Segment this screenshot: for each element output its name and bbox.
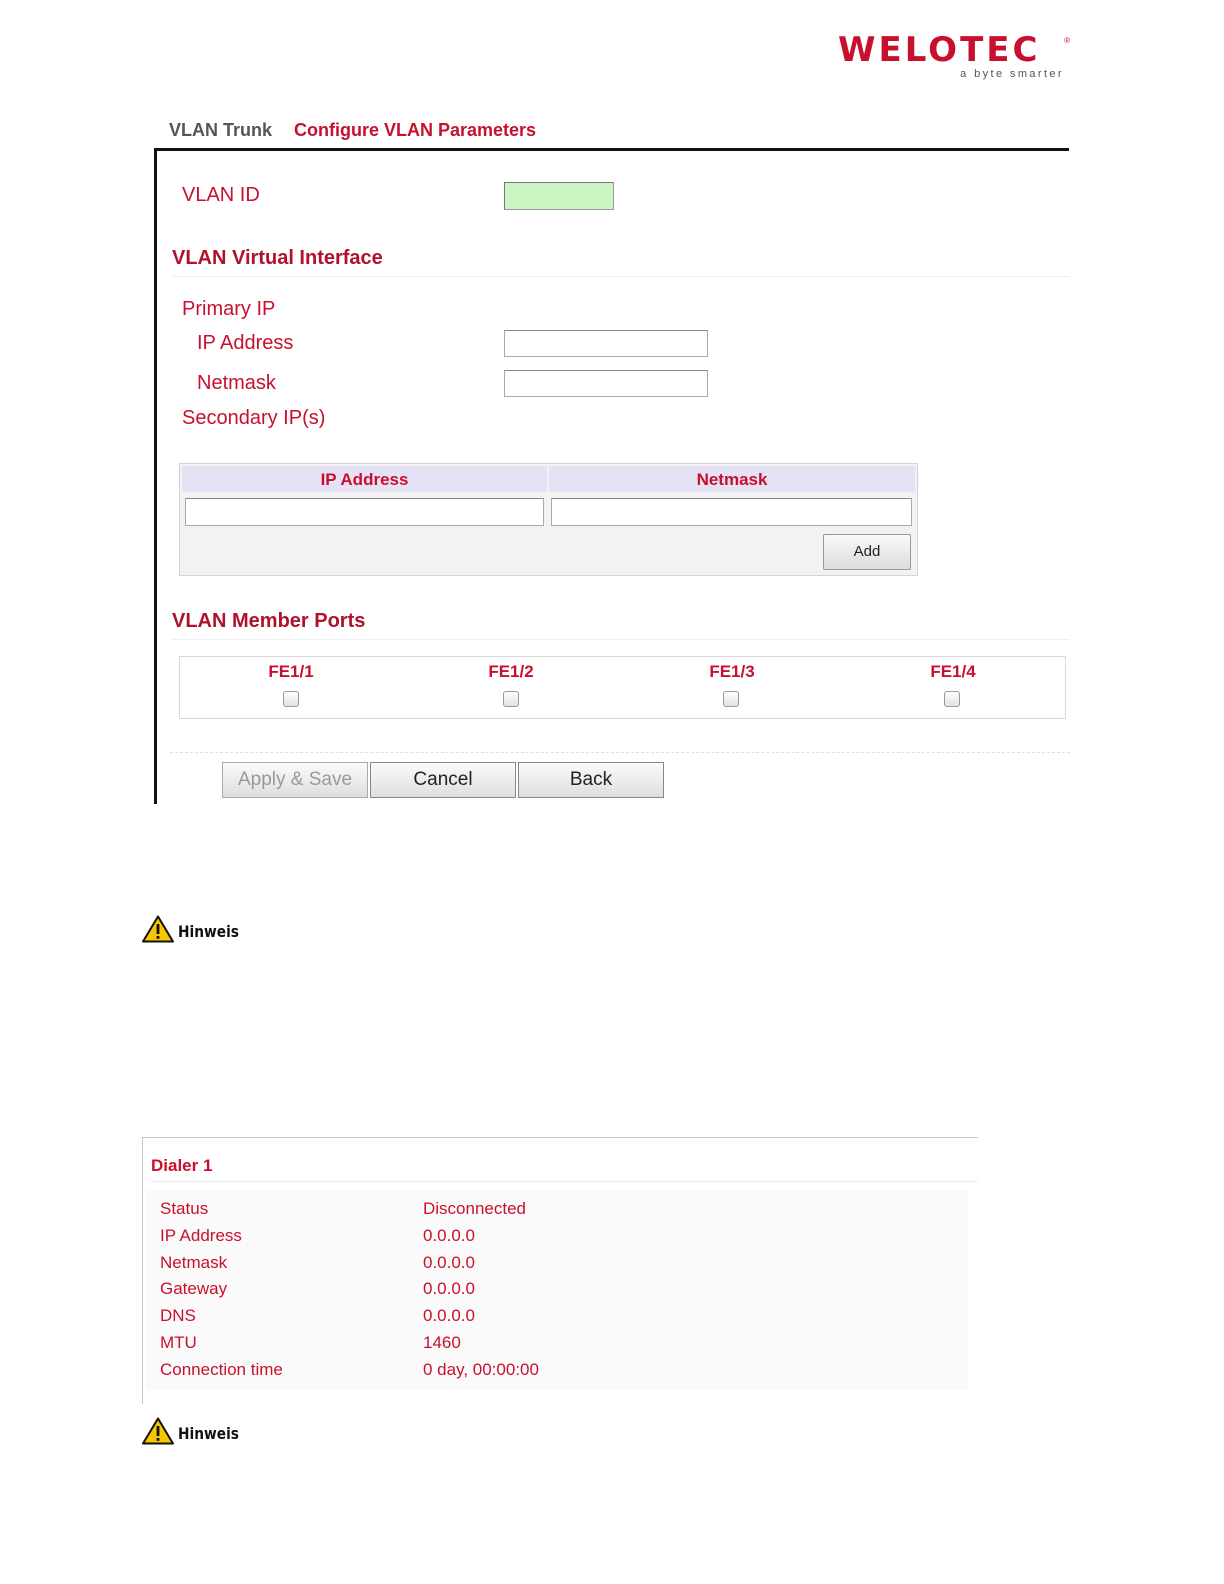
section-separator bbox=[172, 276, 1070, 277]
port-label-fe1-2: FE1/2 bbox=[488, 662, 534, 681]
virtual-interface-title: VLAN Virtual Interface bbox=[172, 247, 383, 269]
dialer-panel-top-border bbox=[142, 1137, 978, 1138]
dialer-row-label: Netmask bbox=[160, 1253, 228, 1272]
dialer-row-value: 1460 bbox=[423, 1333, 461, 1352]
member-ports-box: FE1/1 FE1/2 FE1/3 FE1/4 bbox=[179, 656, 1066, 719]
warning-triangle-icon bbox=[142, 1417, 174, 1445]
dialer-row-label: DNS bbox=[160, 1306, 196, 1325]
dialer-panel-left-border bbox=[142, 1137, 143, 1404]
port-checkbox-fe1-3[interactable] bbox=[723, 691, 739, 707]
port-checkbox-fe1-1[interactable] bbox=[283, 691, 299, 707]
back-button[interactable]: Back bbox=[518, 762, 664, 798]
primary-ip-label: Primary IP bbox=[182, 298, 276, 320]
ip-address-label: IP Address bbox=[197, 332, 294, 354]
dialer-row-label: Status bbox=[160, 1199, 209, 1218]
note-label: Hinweis bbox=[178, 1424, 239, 1443]
dialer-row-value: Disconnected bbox=[423, 1199, 527, 1218]
port-checkbox-fe1-2[interactable] bbox=[503, 691, 519, 707]
dialer-row-value: 0.0.0.0 bbox=[423, 1253, 475, 1272]
dialer-title: Dialer 1 bbox=[151, 1156, 213, 1175]
vlan-id-input[interactable] bbox=[504, 182, 614, 210]
section-separator bbox=[172, 639, 1070, 640]
port-label-fe1-1: FE1/1 bbox=[268, 662, 314, 681]
dialer-separator bbox=[150, 1181, 978, 1182]
table-header-ip-address: IP Address bbox=[182, 466, 547, 492]
tab-vlan-trunk[interactable]: VLAN Trunk bbox=[169, 120, 272, 141]
apply-save-button[interactable]: Apply & Save bbox=[222, 762, 368, 798]
secondary-ips-label: Secondary IP(s) bbox=[182, 407, 326, 429]
ip-address-input[interactable] bbox=[504, 330, 708, 357]
note-label: Hinweis bbox=[178, 922, 239, 941]
dialer-row-label: MTU bbox=[160, 1333, 197, 1352]
dialer-row-label: Connection time bbox=[160, 1360, 283, 1379]
secondary-ip-address-input[interactable] bbox=[185, 498, 544, 526]
port-checkbox-fe1-4[interactable] bbox=[944, 691, 960, 707]
dialer-row-label: Gateway bbox=[160, 1279, 228, 1298]
tab-underline bbox=[154, 148, 1069, 151]
welotec-logo: WELOTEC ® a byte smarter bbox=[838, 30, 1070, 82]
dialer-row-value: 0.0.0.0 bbox=[423, 1306, 475, 1325]
add-button[interactable]: Add bbox=[823, 534, 911, 570]
tab-configure-vlan-parameters[interactable]: Configure VLAN Parameters bbox=[294, 120, 536, 141]
dotted-separator bbox=[170, 752, 1070, 753]
secondary-ip-table: IP Address Netmask Add bbox=[179, 463, 918, 576]
dialer-row-value: 0 day, 00:00:00 bbox=[423, 1360, 539, 1379]
port-label-fe1-4: FE1/4 bbox=[930, 662, 976, 681]
logo-wordmark: WELOTEC bbox=[838, 30, 1041, 70]
dialer-row-value: 0.0.0.0 bbox=[423, 1226, 475, 1245]
netmask-label: Netmask bbox=[197, 372, 276, 394]
dialer-row-value: 0.0.0.0 bbox=[423, 1279, 475, 1298]
vlan-id-label: VLAN ID bbox=[182, 184, 260, 206]
dialer-row-label: IP Address bbox=[160, 1226, 242, 1245]
cancel-button[interactable]: Cancel bbox=[370, 762, 516, 798]
netmask-input[interactable] bbox=[504, 370, 708, 397]
logo-tagline: a byte smarter bbox=[960, 68, 1064, 80]
panel-left-border bbox=[154, 148, 157, 804]
secondary-netmask-input[interactable] bbox=[551, 498, 912, 526]
table-header-netmask: Netmask bbox=[549, 466, 915, 492]
member-ports-title: VLAN Member Ports bbox=[172, 610, 366, 632]
warning-triangle-icon bbox=[142, 915, 174, 943]
logo-registered-mark: ® bbox=[1064, 36, 1070, 45]
port-label-fe1-3: FE1/3 bbox=[709, 662, 755, 681]
